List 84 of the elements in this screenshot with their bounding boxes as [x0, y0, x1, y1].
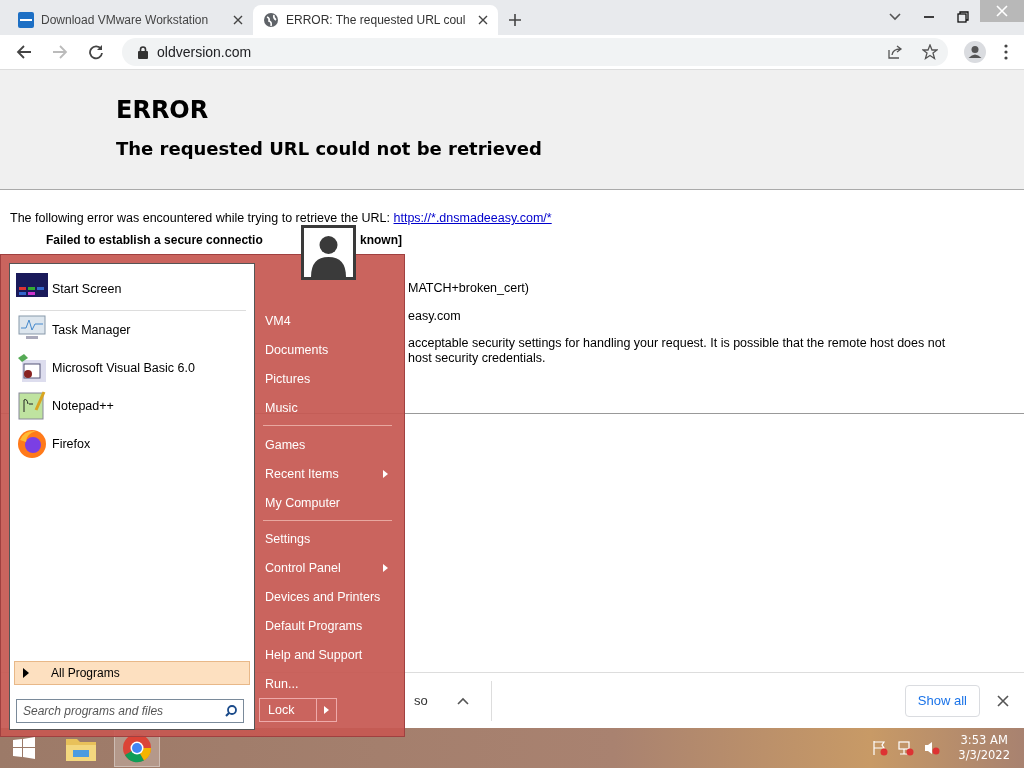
menu-label: Run...: [265, 676, 299, 691]
error-text: easy.com: [408, 309, 461, 325]
page-heading: ERROR: [116, 96, 210, 124]
menu-item[interactable]: Run...: [261, 669, 396, 699]
menu-label: Help and Support: [265, 647, 363, 662]
program-icon: [16, 390, 48, 422]
site-icon: [18, 12, 34, 28]
show-all-button[interactable]: Show all: [904, 684, 980, 717]
arrow-icon: [324, 706, 329, 715]
star-icon[interactable]: [922, 44, 938, 60]
close-icon[interactable]: [231, 13, 245, 27]
plus-icon[interactable]: [508, 13, 522, 27]
profile-icon[interactable]: [964, 41, 986, 63]
program-icon: [16, 428, 48, 460]
address-bar[interactable]: oldversion.com: [122, 38, 948, 66]
lock-button[interactable]: Lock: [259, 698, 317, 723]
menu-label: Recent Items: [265, 466, 339, 481]
menu-item[interactable]: Default Programs: [261, 611, 396, 641]
menu-item[interactable]: Help and Support: [261, 640, 396, 670]
menu-label: Default Programs: [265, 619, 363, 633]
program-item[interactable]: Firefox: [14, 425, 250, 463]
flag-icon[interactable]: [872, 740, 889, 756]
menu-icon[interactable]: [1002, 42, 1010, 62]
lock-icon: [138, 45, 148, 59]
menu-label: VM4: [265, 314, 291, 329]
triangle-icon: [23, 668, 29, 678]
menu-item[interactable]: Devices and Printers: [261, 582, 396, 612]
url-link[interactable]: https://*.dnsmadeeasy.com/*: [393, 211, 552, 225]
program-name: Task Manager: [52, 323, 131, 337]
submenu-arrow-icon: [383, 564, 388, 573]
menu-label: Documents: [265, 343, 329, 358]
tab-title: Download VMware Workstation: [41, 13, 210, 27]
tab-title: ERROR: The requested URL coul: [286, 13, 467, 27]
program-item[interactable]: Task Manager: [14, 311, 250, 349]
network-icon[interactable]: [898, 740, 915, 756]
program-name: Start Screen: [52, 282, 122, 296]
menu-label: Devices and Printers: [265, 590, 381, 605]
clock-date: 3/3/2022: [958, 748, 1010, 763]
program-name: Firefox: [52, 437, 91, 451]
search-field[interactable]: Search programs and files: [16, 699, 244, 723]
menu-item[interactable]: Games: [261, 430, 396, 460]
all-programs-item[interactable]: All Programs: [14, 661, 250, 685]
menu-item[interactable]: Settings: [261, 525, 396, 554]
menu-label: Pictures: [265, 372, 311, 387]
menu-label: Settings: [265, 532, 311, 547]
speaker-muted-icon[interactable]: [924, 740, 941, 756]
search-icon: [225, 705, 237, 717]
program-item[interactable]: Start Screen: [14, 270, 250, 308]
menu-label: My Computer: [265, 495, 341, 510]
menu-item[interactable]: VM4: [261, 307, 396, 336]
download-name[interactable]: so: [414, 693, 428, 708]
submenu-arrow-icon: [383, 469, 388, 478]
menu-item[interactable]: Documents: [261, 335, 396, 365]
menu-item[interactable]: Music: [261, 393, 396, 423]
program-name: Notepad++: [52, 399, 114, 413]
error-text: MATCH+broken_cert): [408, 281, 529, 297]
address-text: oldversion.com: [157, 44, 252, 60]
error-text: known]: [360, 233, 402, 247]
menu-item[interactable]: Recent Items: [261, 459, 396, 489]
power-options-button[interactable]: [317, 698, 337, 723]
share-icon[interactable]: [887, 44, 903, 60]
user-avatar-icon: [301, 225, 356, 280]
menu-label: Control Panel: [265, 561, 341, 576]
browser-tab[interactable]: Download VMware Workstation: [8, 5, 253, 35]
error-message: The following error was encountered while trying to retrieve the URL: https://*.dnsmadeeasy.com/*: [10, 211, 553, 227]
menu-item[interactable]: Control Panel: [261, 553, 396, 583]
program-item[interactable]: Notepad++: [14, 387, 250, 425]
program-item[interactable]: Microsoft Visual Basic 6.0: [14, 349, 250, 387]
program-icon: [16, 352, 48, 384]
error-text: host security credentials.: [408, 351, 546, 367]
menu-label: Games: [265, 437, 306, 452]
error-text: Failed to establish a secure connectio: [46, 233, 264, 247]
program-name: Microsoft Visual Basic 6.0: [52, 361, 195, 375]
menu-label: Music: [265, 401, 298, 415]
menu-item[interactable]: My Computer: [261, 488, 396, 517]
clock-time: 3:53 AM: [960, 733, 1008, 748]
menu-item[interactable]: Pictures: [261, 364, 396, 394]
page-subheading: The requested URL could not be retrieved: [116, 138, 543, 159]
browser-tab[interactable]: ERROR: The requested URL coul: [253, 5, 498, 35]
all-programs-label: All Programs: [51, 666, 120, 680]
clock[interactable]: 3:53 AM 3/3/2022: [958, 733, 1010, 763]
error-text: acceptable security settings for handling your request. It is possible that the remote host does not: [408, 336, 946, 351]
close-icon[interactable]: [476, 13, 490, 27]
globe-icon: [263, 12, 279, 28]
